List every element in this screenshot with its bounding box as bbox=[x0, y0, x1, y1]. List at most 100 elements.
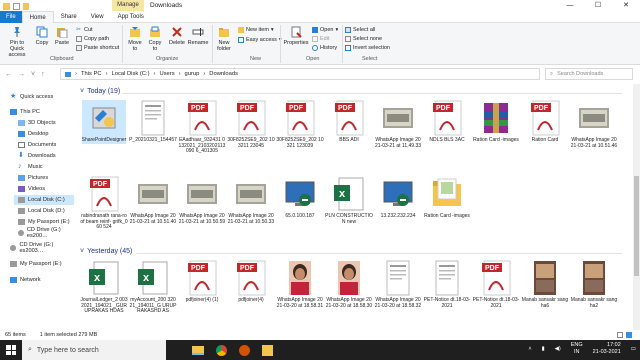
file-tile[interactable]: x PLN CONSTRUCTION new bbox=[325, 176, 373, 225]
file-tile[interactable]: x myAccount_200 32021_194011_G URUPRAKASH… bbox=[130, 260, 176, 315]
nav-pictures[interactable]: Pictures bbox=[18, 173, 48, 183]
copy-path-button[interactable]: Copy path bbox=[76, 35, 109, 43]
manage-context-tab[interactable]: Manage bbox=[112, 0, 144, 11]
taskbar-search-box[interactable]: ⌕ Type here to search bbox=[22, 340, 166, 360]
nav-music[interactable]: ♪ Music bbox=[18, 162, 43, 172]
file-tile[interactable]: Ration Card -images bbox=[473, 100, 519, 144]
nav-network[interactable]: Network bbox=[10, 275, 41, 285]
file-tile[interactable]: SharePointDesigner bbox=[82, 100, 126, 144]
file-tile[interactable]: PDF 30F8252SE9_202 10321 123039 bbox=[276, 100, 324, 149]
file-tile[interactable]: PDF pdfjoiner(4) (1) bbox=[180, 260, 224, 304]
file-tile[interactable]: PDF BBS ADI bbox=[327, 100, 371, 144]
new-item-button[interactable]: New item ▾ bbox=[238, 26, 274, 34]
paste-button[interactable]: Paste bbox=[53, 26, 71, 46]
nav-downloads[interactable]: ⬇ Downloads bbox=[18, 151, 56, 161]
notification-icon[interactable]: ▭ bbox=[631, 346, 636, 352]
volume-icon[interactable]: ◀) bbox=[555, 346, 561, 352]
file-tile[interactable]: PDF EAadhaar_932431 0132021_2103202113090… bbox=[179, 100, 225, 155]
breadcrumb-this-pc[interactable]: This PC bbox=[81, 71, 102, 77]
file-tile[interactable]: 65.0.100.187 bbox=[278, 176, 322, 220]
file-tile[interactable]: WhatsApp Image 2021-03-20 at 18.58.31 bbox=[277, 260, 323, 309]
folder-icon[interactable] bbox=[3, 2, 10, 10]
edit-button[interactable]: Edit bbox=[312, 35, 329, 43]
file-tile[interactable]: PDF NDLS BLS 3AC bbox=[425, 100, 469, 144]
app-taskbar-icon[interactable] bbox=[262, 344, 273, 356]
large-icons-view-icon[interactable] bbox=[626, 332, 632, 338]
history-button[interactable]: History bbox=[312, 44, 337, 52]
back-icon[interactable]: ← bbox=[5, 71, 12, 78]
clock[interactable]: 17:02 21-03-2021 bbox=[593, 342, 621, 356]
file-tile[interactable]: Manab sansakr sangha6 bbox=[522, 260, 568, 309]
up-icon[interactable]: ↑ bbox=[41, 71, 45, 78]
invert-selection-button[interactable]: Invert selection bbox=[345, 44, 390, 52]
nav-videos[interactable]: Videos bbox=[18, 184, 45, 194]
pin-to-quick-access-button[interactable]: Pin to Quick access bbox=[4, 26, 30, 58]
new-folder-button[interactable]: New folder bbox=[214, 26, 234, 52]
search-box[interactable]: ⌕ Search Downloads bbox=[545, 68, 633, 80]
delete-button[interactable]: Delete bbox=[168, 26, 186, 46]
cut-button[interactable]: ✂ Cut bbox=[76, 26, 93, 34]
address-bar[interactable]: › This PC › Local Disk (C:) › Users › gu… bbox=[60, 68, 540, 80]
move-to-button[interactable]: Move to bbox=[126, 26, 144, 52]
close-button[interactable]: ✕ bbox=[612, 0, 640, 11]
nav-documents[interactable]: Documents bbox=[18, 140, 56, 150]
properties-icon[interactable] bbox=[13, 2, 20, 10]
properties-button[interactable]: Properties bbox=[283, 26, 309, 46]
tab-view[interactable]: View bbox=[84, 11, 111, 23]
copy-button[interactable]: Copy bbox=[33, 26, 51, 46]
minimize-button[interactable]: — bbox=[556, 0, 584, 11]
details-view-icon[interactable] bbox=[617, 332, 623, 338]
breadcrumb-users[interactable]: Users bbox=[159, 71, 174, 77]
copy-to-button[interactable]: Copy to bbox=[146, 26, 164, 52]
network-tray-icon[interactable]: ▮ bbox=[542, 346, 545, 352]
recent-locations-icon[interactable]: ˅ bbox=[31, 71, 35, 78]
file-tile[interactable]: PET-Notice dt.18-03-2021 bbox=[424, 260, 470, 309]
group-header-today[interactable]: ˅ Today (19) bbox=[80, 88, 120, 95]
language-indicator[interactable]: ENG IN bbox=[571, 342, 583, 356]
file-tile[interactable]: Ration Card -images bbox=[424, 176, 470, 220]
file-tile[interactable]: PDF Ration Card bbox=[523, 100, 567, 144]
forward-icon[interactable]: → bbox=[18, 71, 25, 78]
file-tile[interactable]: WhatsApp Image 2021-03-20 at 18.58.32 bbox=[375, 260, 421, 309]
file-tile[interactable]: x JournalLedger_2 0032021_194021 _GURUPRA… bbox=[80, 260, 128, 315]
easy-access-button[interactable]: Easy access▾ bbox=[238, 36, 282, 44]
app-taskbar-icon[interactable] bbox=[239, 344, 250, 356]
nav-my-passport-root[interactable]: My Passport (E:) bbox=[10, 259, 62, 269]
tab-app-tools[interactable]: App Tools bbox=[111, 11, 151, 23]
nav-3d-objects[interactable]: 3D Objects bbox=[18, 118, 56, 128]
nav-cd-drive-g[interactable]: CD Drive (G:) es200… bbox=[18, 227, 74, 239]
file-tile[interactable]: P_20210321_154457 bbox=[129, 100, 177, 144]
tray-chevron-icon[interactable]: ˄ bbox=[528, 346, 531, 352]
file-tile[interactable]: WhatsApp Image 2021-03-21 at 10.51.40 bbox=[130, 176, 176, 225]
file-tile[interactable]: WhatsApp Image 2021-03-21 at 10.50.59 bbox=[179, 176, 225, 225]
select-all-button[interactable]: Select all bbox=[345, 26, 375, 34]
file-tile[interactable]: WhatsApp Image 2021-03-21 at 10.51.46 bbox=[571, 100, 617, 149]
nav-my-passport-e[interactable]: My Passport (E:) bbox=[18, 217, 70, 227]
nav-quick-access[interactable]: ★ Quick access bbox=[10, 92, 53, 102]
tab-share[interactable]: Share bbox=[54, 11, 84, 23]
paste-shortcut-button[interactable]: Paste shortcut bbox=[76, 44, 119, 52]
file-tile[interactable]: PDF 30F8252SE9_202 103211 23045 bbox=[227, 100, 275, 149]
breadcrumb-gurup[interactable]: gurup bbox=[185, 71, 200, 77]
new-folder-icon[interactable] bbox=[23, 2, 29, 10]
rename-button[interactable]: Rename bbox=[188, 26, 208, 46]
file-tile[interactable]: PDF PET-Notice dt.18-03-2021 bbox=[473, 260, 519, 309]
file-explorer-taskbar-icon[interactable] bbox=[192, 345, 204, 355]
breadcrumb-local-disk[interactable]: Local Disk (C:) bbox=[112, 71, 150, 77]
tab-home[interactable]: Home bbox=[21, 10, 54, 23]
chrome-taskbar-icon[interactable] bbox=[216, 344, 227, 356]
file-tile[interactable]: Manab sansakr sangha2 bbox=[571, 260, 617, 309]
select-none-button[interactable]: Select none bbox=[345, 35, 382, 43]
group-header-yesterday[interactable]: ˅ Yesterday (45) bbox=[80, 248, 132, 255]
nav-local-disk-d[interactable]: Local Disk (D:) bbox=[18, 206, 65, 216]
file-tile[interactable]: WhatsApp Image 2021-03-21 at 10.50.33 bbox=[228, 176, 274, 225]
file-tile[interactable]: WhatsApp Image 2021-03-20 at 18.58.30 bbox=[326, 260, 372, 309]
nav-local-disk-c[interactable]: Local Disk (C:) bbox=[14, 195, 74, 205]
file-tile[interactable]: PDF pdfjoiner(4) bbox=[229, 260, 273, 304]
vertical-scrollbar[interactable] bbox=[633, 84, 640, 330]
maximize-button[interactable]: ☐ bbox=[584, 0, 612, 11]
windows-start-icon[interactable] bbox=[6, 345, 16, 355]
nav-cd-drive-root[interactable]: CD Drive (G:) es2003… bbox=[10, 242, 74, 254]
file-tile[interactable]: 13.232.232.234 bbox=[376, 176, 420, 220]
scrollbar-thumb[interactable] bbox=[634, 176, 639, 276]
